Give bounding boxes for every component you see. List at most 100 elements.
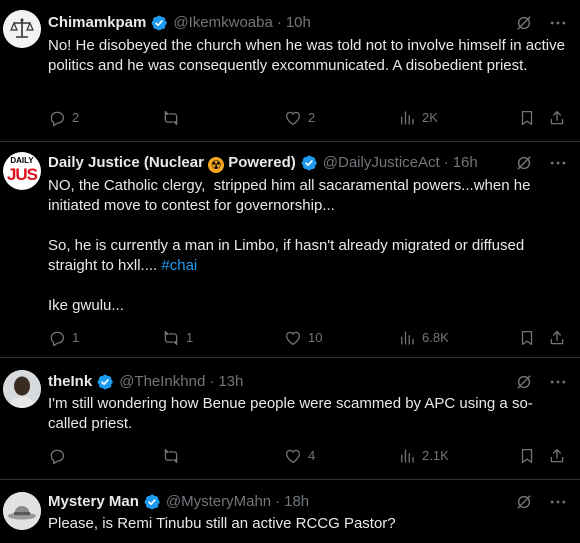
retweet-icon [162, 447, 180, 465]
handle[interactable]: @Ikemkwoaba [173, 13, 272, 33]
action-bar: 2 2 2K [48, 108, 568, 128]
avatar[interactable] [3, 370, 41, 408]
timestamp[interactable]: 10h [286, 13, 311, 33]
retweet-icon [162, 329, 180, 347]
verified-badge-icon [143, 493, 161, 511]
view-count: 2.1K [422, 448, 449, 463]
tweet-header: Chimamkpam @Ikemkwoaba · 10h [48, 13, 580, 33]
retweet-button[interactable] [162, 108, 186, 128]
display-name-part: Daily Justice (Nuclear [48, 154, 209, 171]
bookmark-icon [518, 109, 536, 127]
avatar[interactable]: DAILY JUS [3, 152, 41, 190]
separator-dot: · [443, 154, 449, 171]
more-icon[interactable] [548, 372, 568, 392]
radioactive-emoji: ☢ [208, 157, 225, 173]
reply-button[interactable]: 1 [48, 328, 79, 348]
avatar[interactable] [3, 10, 41, 48]
reply-button[interactable]: 2 [48, 108, 79, 128]
tweet-text-paragraph: Ike gwulu... [48, 297, 124, 314]
tweet-header: Daily Justice (Nuclear ☢ Powered) @Daily… [48, 153, 580, 173]
retweet-count: 1 [186, 330, 194, 345]
display-name[interactable]: theInk [48, 372, 92, 392]
verified-badge-icon [96, 373, 114, 391]
bookmark-icon [518, 447, 536, 465]
heart-icon [284, 329, 302, 347]
grok-icon[interactable] [514, 372, 534, 392]
grok-icon[interactable] [514, 492, 534, 512]
views-button[interactable]: 6.8K [398, 328, 449, 348]
views-icon [398, 447, 416, 465]
display-name[interactable]: Chimamkpam [48, 13, 146, 33]
tweet-text: I'm still wondering how Benue people wer… [48, 395, 533, 432]
tweet[interactable]: DAILY JUS Daily Justice (Nuclear ☢ Power… [0, 142, 580, 358]
tweet-text: Please, is Remi Tinubu still an active R… [48, 515, 396, 532]
tweet-header: Mystery Man @MysteryMahn · 18h [48, 492, 580, 512]
reply-count: 2 [72, 110, 80, 125]
hashtag-link[interactable]: #chai [161, 257, 197, 274]
separator-dot: · [275, 493, 281, 510]
retweet-button[interactable]: 1 [162, 328, 193, 348]
bookmark-button[interactable] [518, 328, 542, 348]
display-name[interactable]: Daily Justice (Nuclear ☢ Powered) [48, 153, 296, 173]
views-icon [398, 329, 416, 347]
person-photo [3, 370, 41, 408]
tweet-text-paragraph: NO, the Catholic clergy, stripped him al… [48, 177, 535, 214]
like-button[interactable]: 2 [284, 108, 315, 128]
like-count: 10 [308, 330, 323, 345]
reply-icon [48, 447, 66, 465]
bookmark-icon [518, 329, 536, 347]
display-name-part: Powered) [224, 154, 296, 171]
reply-icon [48, 329, 66, 347]
handle[interactable]: @MysteryMahn [166, 492, 271, 512]
share-button[interactable] [548, 108, 572, 128]
reply-icon [48, 109, 66, 127]
more-icon[interactable] [548, 492, 568, 512]
mystery-hat-avatar [3, 492, 41, 530]
tweet-text: NO, the Catholic clergy, stripped him al… [48, 176, 568, 316]
share-button[interactable] [548, 446, 572, 466]
avatar-logo-text-top: DAILY [10, 156, 34, 165]
verified-badge-icon [150, 14, 168, 32]
scales-of-justice-icon [3, 10, 41, 48]
like-count: 2 [308, 110, 316, 125]
avatar[interactable] [3, 492, 41, 530]
views-button[interactable]: 2K [398, 108, 438, 128]
action-bar: 1 1 10 6.8K [48, 328, 568, 348]
timestamp[interactable]: 16h [453, 153, 478, 173]
handle[interactable]: @DailyJusticeAct [323, 153, 440, 173]
reply-feed: Chimamkpam @Ikemkwoaba · 10h No! He diso… [0, 0, 580, 543]
reply-button[interactable] [48, 446, 72, 466]
like-button[interactable]: 10 [284, 328, 322, 348]
share-button[interactable] [548, 328, 572, 348]
tweet[interactable]: Mystery Man @MysteryMahn · 18h Please, i… [0, 480, 580, 543]
action-bar: 4 2.1K [48, 446, 568, 466]
tweet[interactable]: theInk @TheInkhnd · 13h I'm still wonder… [0, 358, 580, 480]
share-icon [548, 447, 566, 465]
avatar-logo-text-bottom: JUS [6, 165, 38, 184]
view-count: 2K [422, 110, 438, 125]
heart-icon [284, 447, 302, 465]
bookmark-button[interactable] [518, 108, 542, 128]
share-icon [548, 109, 566, 127]
heart-icon [284, 109, 302, 127]
retweet-button[interactable] [162, 446, 186, 466]
display-name[interactable]: Mystery Man [48, 492, 139, 512]
grok-icon[interactable] [514, 153, 534, 173]
timestamp[interactable]: 18h [284, 492, 309, 512]
grok-icon[interactable] [514, 13, 534, 33]
tweet-text: No! He disobeyed the church when he was … [48, 37, 570, 74]
verified-badge-icon [300, 154, 318, 172]
like-button[interactable]: 4 [284, 446, 315, 466]
timestamp[interactable]: 13h [218, 372, 243, 392]
reply-count: 1 [72, 330, 80, 345]
separator-dot: · [209, 373, 215, 390]
share-icon [548, 329, 566, 347]
handle[interactable]: @TheInkhnd [119, 372, 205, 392]
views-button[interactable]: 2.1K [398, 446, 449, 466]
more-icon[interactable] [548, 13, 568, 33]
tweet[interactable]: Chimamkpam @Ikemkwoaba · 10h No! He diso… [0, 0, 580, 142]
like-count: 4 [308, 448, 316, 463]
more-icon[interactable] [548, 153, 568, 173]
retweet-icon [162, 109, 180, 127]
bookmark-button[interactable] [518, 446, 542, 466]
